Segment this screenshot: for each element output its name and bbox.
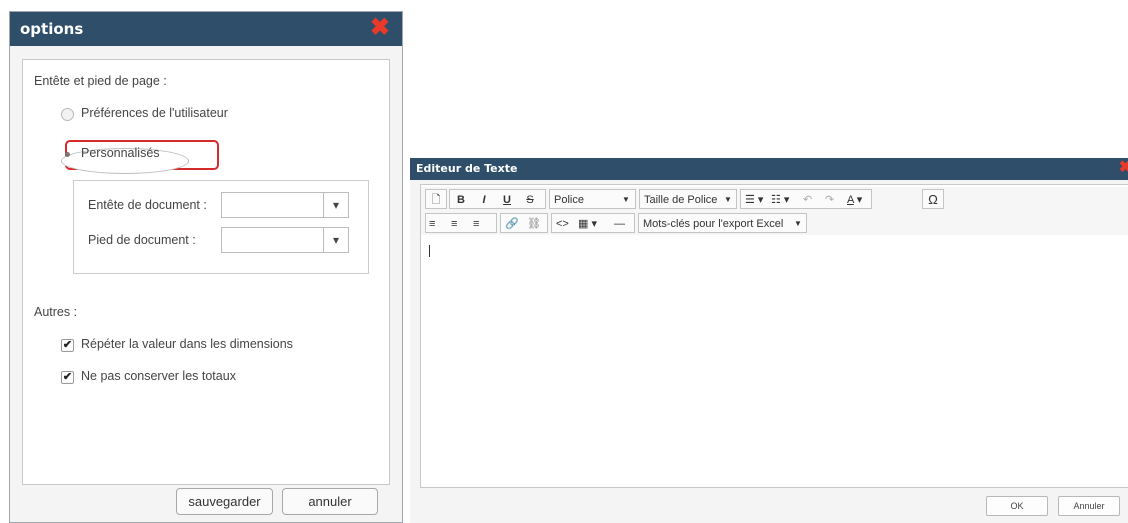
- radio-custom-label[interactable]: Personnalisés: [81, 146, 160, 160]
- radio-user-prefs[interactable]: [61, 108, 74, 121]
- options-titlebar[interactable]: options ✖: [10, 12, 402, 46]
- chevron-down-icon: ▼: [724, 195, 732, 204]
- toolbar-row-2: ≡ ≡ ≡ 🔗 ⛓ <> ▦ ▾ — Mots-clés pour l'expo…: [421, 211, 1128, 235]
- strikethrough-icon[interactable]: S: [523, 192, 537, 208]
- editor-titlebar[interactable]: Editeur de Texte ✖: [410, 158, 1128, 180]
- table-icon[interactable]: ▦ ▾: [578, 216, 597, 232]
- radio-user-prefs-label[interactable]: Préférences de l'utilisateur: [81, 106, 228, 120]
- horizontal-rule-icon[interactable]: —: [614, 216, 625, 232]
- chevron-down-icon[interactable]: ▾: [323, 228, 348, 252]
- underline-icon[interactable]: U: [500, 192, 514, 208]
- redo-icon[interactable]: ↷: [825, 192, 834, 208]
- editor-cancel-button[interactable]: Annuler: [1058, 496, 1120, 516]
- align-right-icon[interactable]: ≡: [473, 216, 479, 232]
- close-icon[interactable]: ✖: [370, 16, 390, 40]
- code-icon[interactable]: <>: [556, 216, 569, 232]
- unlink-icon[interactable]: ⛓: [527, 216, 541, 232]
- editor-title: Editeur de Texte: [416, 162, 518, 175]
- omega-icon[interactable]: Ω: [926, 192, 940, 208]
- align-left-icon[interactable]: ≡: [429, 216, 435, 232]
- doc-footer-label: Pied de document :: [88, 233, 196, 247]
- link-group: 🔗 ⛓: [500, 213, 548, 233]
- text-cursor: [429, 245, 430, 257]
- align-group: ≡ ≡ ≡: [425, 213, 497, 233]
- others-label: Autres :: [34, 305, 78, 319]
- close-icon[interactable]: ✖: [1119, 158, 1128, 178]
- undo-icon[interactable]: ↶: [803, 192, 812, 208]
- format-group: B I U S: [449, 189, 546, 209]
- check-repeat[interactable]: ✔: [61, 339, 74, 352]
- toolbar-row-1: 🗋 B I U S Police ▼ Taille de Police ▼ ☰ …: [421, 187, 1128, 211]
- bold-icon[interactable]: B: [454, 192, 468, 208]
- chevron-down-icon: ▼: [794, 219, 802, 228]
- doc-header-label: Entête de document :: [88, 198, 207, 212]
- font-size-dropdown[interactable]: Taille de Police ▼: [639, 189, 737, 209]
- italic-icon[interactable]: I: [477, 192, 491, 208]
- chevron-down-icon[interactable]: ▾: [323, 193, 348, 217]
- bullet-list-icon[interactable]: ☰ ▾: [745, 192, 763, 208]
- special-char-group: Ω: [922, 189, 944, 209]
- insert-group: <> ▦ ▾ —: [551, 213, 635, 233]
- save-button[interactable]: sauvegarder: [176, 488, 273, 515]
- ok-button[interactable]: OK: [986, 496, 1048, 516]
- align-center-icon[interactable]: ≡: [451, 216, 457, 232]
- numbered-list-icon[interactable]: ☷ ▾: [771, 192, 789, 208]
- options-panel: Entête et pied de page : Préférences de …: [22, 59, 390, 485]
- options-dialog: options ✖ Entête et pied de page : Préfé…: [9, 11, 403, 523]
- check-totals[interactable]: ✔: [61, 371, 74, 384]
- header-footer-label: Entête et pied de page :: [34, 74, 167, 88]
- check-repeat-label[interactable]: Répéter la valeur dans les dimensions: [81, 337, 293, 351]
- editor-area[interactable]: 🗋 B I U S Police ▼ Taille de Police ▼ ☰ …: [420, 184, 1128, 488]
- doc-header-select[interactable]: ▾: [221, 192, 349, 218]
- link-icon[interactable]: 🔗: [505, 216, 519, 232]
- font-dropdown[interactable]: Police ▼: [549, 189, 636, 209]
- doc-footer-select[interactable]: ▾: [221, 227, 349, 253]
- font-dropdown-label: Police: [554, 194, 584, 206]
- custom-header-footer-box: Entête de document : ▾ Pied de document …: [73, 180, 369, 274]
- chevron-down-icon: ▼: [622, 195, 630, 204]
- keywords-dropdown[interactable]: Mots-clés pour l'export Excel ▼: [638, 213, 807, 233]
- keywords-dropdown-label: Mots-clés pour l'export Excel: [643, 218, 784, 230]
- cancel-button[interactable]: annuler: [282, 488, 378, 515]
- new-doc-group: 🗋: [425, 189, 447, 209]
- new-document-icon[interactable]: 🗋: [429, 192, 443, 208]
- list-history-group: ☰ ▾ ☷ ▾ ↶ ↷ A ▾: [740, 189, 872, 209]
- font-size-dropdown-label: Taille de Police: [644, 194, 718, 206]
- text-editor-dialog: Editeur de Texte ✖ 🗋 B I U S Police ▼ Ta…: [410, 158, 1128, 523]
- options-title: options: [20, 20, 84, 38]
- text-color-icon[interactable]: A ▾: [847, 192, 862, 208]
- check-totals-label[interactable]: Ne pas conserver les totaux: [81, 369, 236, 383]
